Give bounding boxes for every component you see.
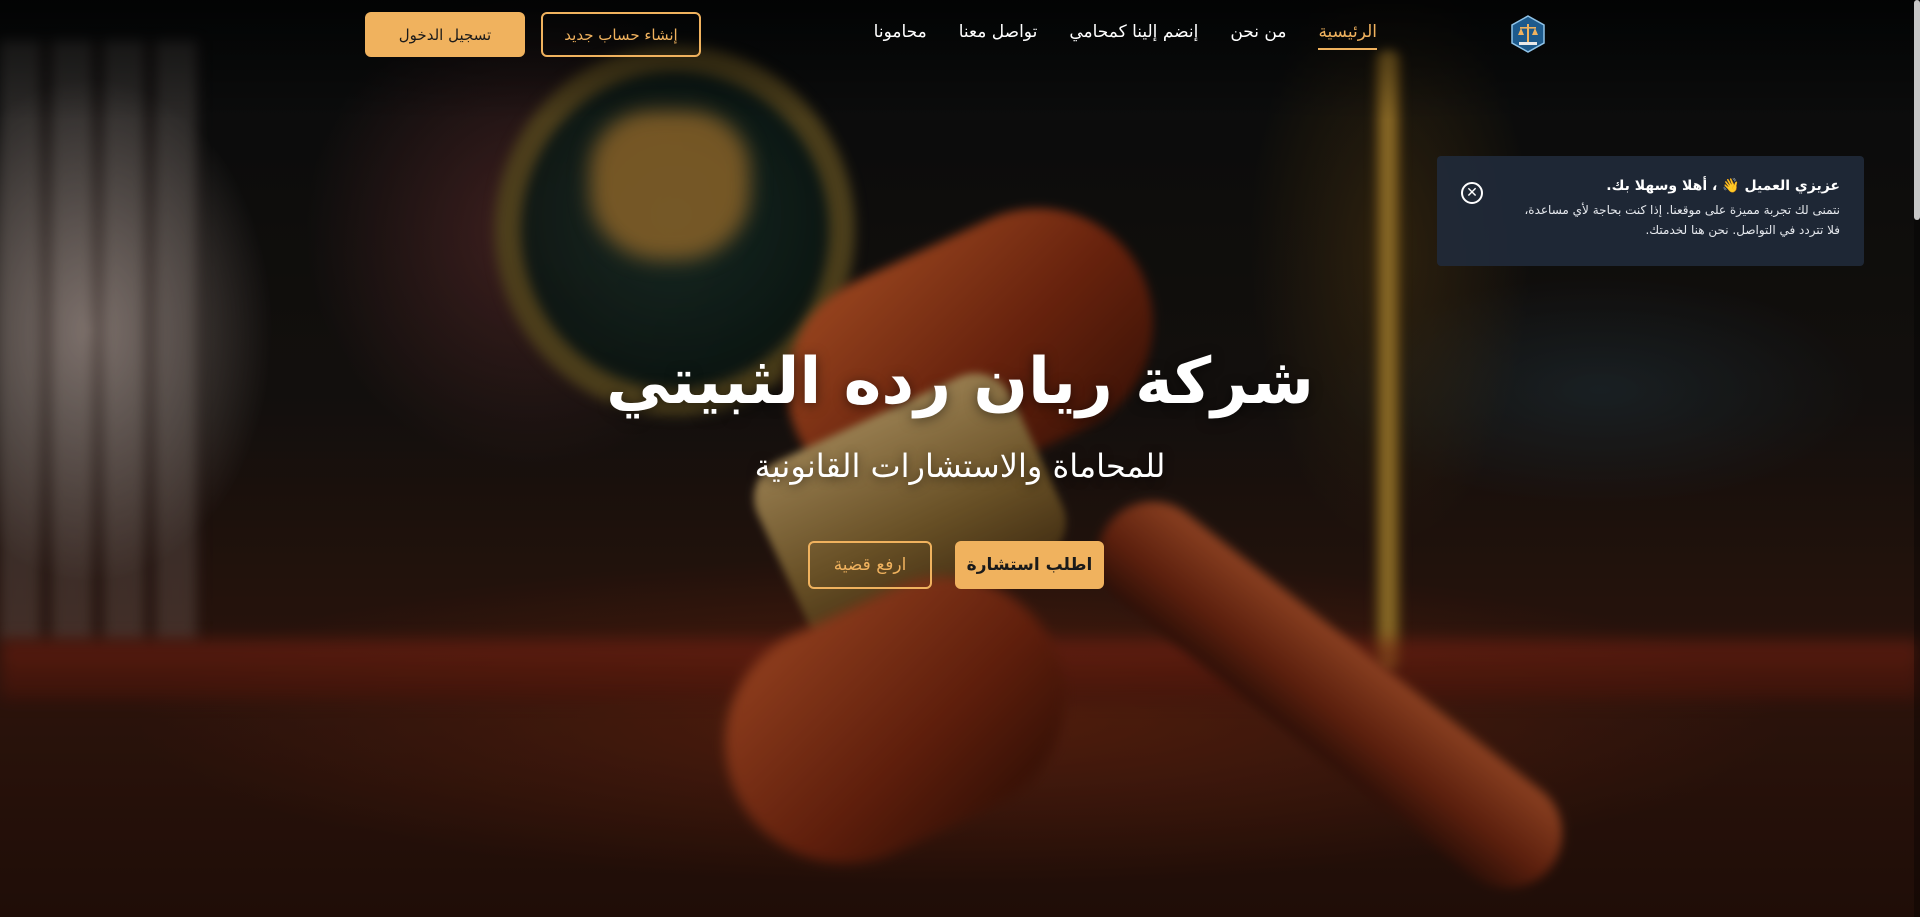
welcome-toast: عزيزي العميل 👋 ، أهلا وسهلا بك. نتمنى لك… bbox=[1437, 156, 1864, 266]
nav-item-about[interactable]: من نحن bbox=[1230, 22, 1286, 50]
nav-item-home[interactable]: الرئيسية bbox=[1318, 22, 1377, 50]
login-button[interactable]: تسجيل الدخول bbox=[365, 12, 525, 57]
close-circle-icon[interactable]: ✕ bbox=[1461, 182, 1483, 204]
register-button[interactable]: إنشاء حساب جديد bbox=[541, 12, 701, 57]
request-consultation-button[interactable]: اطلب استشارة bbox=[955, 541, 1104, 589]
file-case-button[interactable]: ارفع قضية bbox=[808, 541, 932, 589]
nav-item-join-as-lawyer[interactable]: إنضم إلينا كمحامي bbox=[1069, 22, 1198, 50]
scales-hexagon-logo-icon[interactable] bbox=[1511, 15, 1545, 53]
page-scrollbar[interactable] bbox=[1914, 0, 1920, 917]
scrollbar-thumb[interactable] bbox=[1914, 0, 1920, 220]
toast-message-line-2: فلا تتردد في التواصل. نحن هنا لخدمتك. bbox=[1645, 223, 1840, 237]
nav-item-lawyers[interactable]: محامونا bbox=[874, 22, 927, 50]
nav-item-contact[interactable]: تواصل معنا bbox=[959, 22, 1038, 50]
site-header: الرئيسية من نحن إنضم إلينا كمحامي تواصل … bbox=[0, 0, 1920, 70]
toast-message-line-1: نتمنى لك تجربة مميزة على موقعنا. إذا كنت… bbox=[1524, 203, 1840, 217]
hero-title: شركة ريان رده الثبيتي bbox=[606, 345, 1314, 419]
toast-title: عزيزي العميل 👋 ، أهلا وسهلا بك. bbox=[1606, 178, 1840, 194]
hero-subtitle: للمحاماة والاستشارات القانونية bbox=[754, 447, 1166, 485]
main-nav: الرئيسية من نحن إنضم إلينا كمحامي تواصل … bbox=[874, 22, 1377, 50]
